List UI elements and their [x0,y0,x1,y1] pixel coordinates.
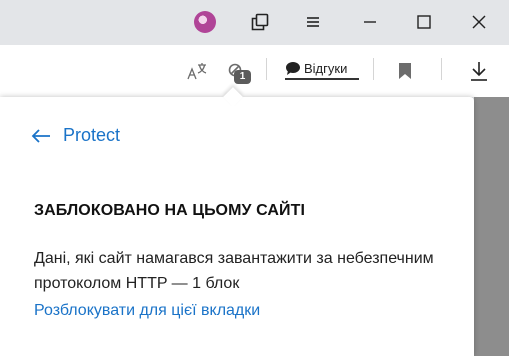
title-bar [0,0,509,45]
toolbar-divider [441,58,442,80]
reviews-label: Відгуки [304,60,348,76]
minimize-icon[interactable] [358,10,382,34]
browser-toolbar: 1 Відгуки [0,45,509,97]
reviews-underline [285,78,359,80]
download-icon[interactable] [468,59,490,83]
unblock-link[interactable]: Розблокувати для цієї вкладки [34,302,260,320]
back-button[interactable]: Protect [31,125,120,146]
menu-icon[interactable] [301,10,325,34]
bookmark-icon[interactable] [394,59,416,83]
profile-avatar[interactable] [194,11,216,33]
toolbar-divider [373,58,374,80]
page-background [474,97,509,356]
protect-popup: Protect ЗАБЛОКОВАНО НА ЦЬОМУ САЙТІ Дані,… [0,97,474,356]
protect-badge: 1 [234,70,251,84]
back-label: Protect [63,125,121,145]
popup-heading: ЗАБЛОКОВАНО НА ЦЬОМУ САЙТІ [34,202,306,219]
translate-icon[interactable] [185,59,209,83]
speech-bubble-icon [286,61,300,75]
protect-button[interactable]: 1 [222,59,251,84]
collections-icon[interactable] [248,10,272,34]
blocked-description: Дані, які сайт намагався завантажити за … [34,250,434,292]
arrow-left-icon [31,128,50,143]
maximize-icon[interactable] [412,10,436,34]
close-icon[interactable] [467,10,491,34]
toolbar-divider [266,58,267,80]
